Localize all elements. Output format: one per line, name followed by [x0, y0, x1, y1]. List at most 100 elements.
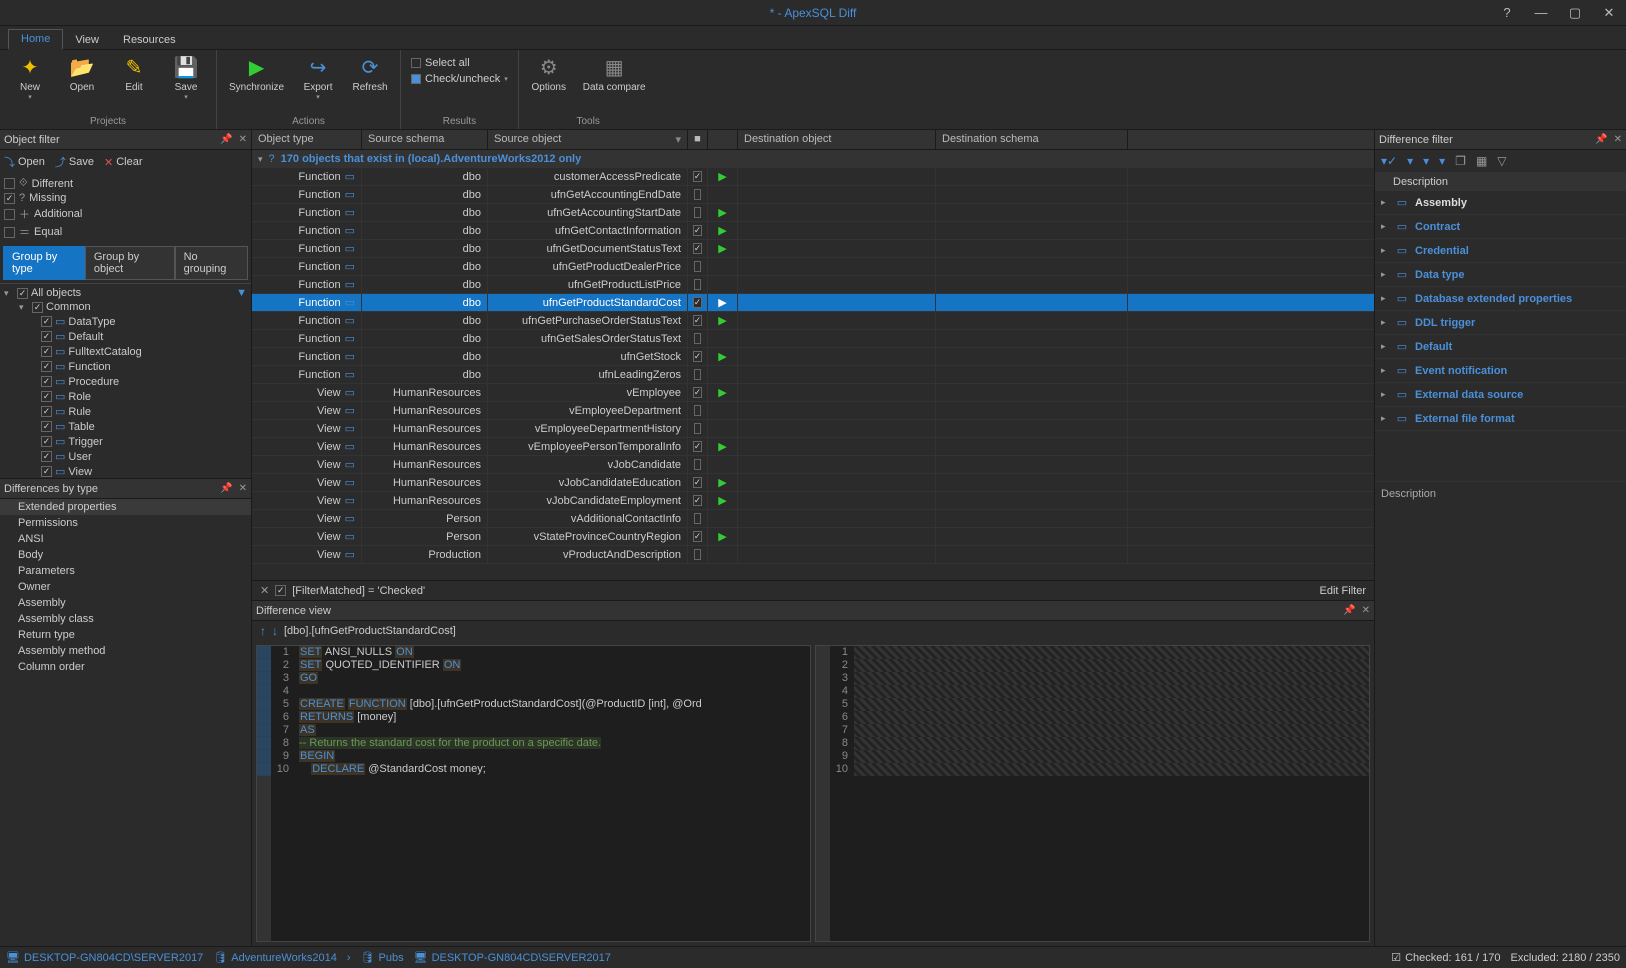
grid-row[interactable]: View▭ HumanResources vEmployee ▶: [252, 384, 1374, 402]
no-grouping-button[interactable]: No grouping: [175, 246, 248, 280]
grid-row[interactable]: Function▭ dbo ufnGetProductListPrice: [252, 276, 1374, 294]
tree-node[interactable]: ▭Trigger: [4, 434, 247, 449]
grid-row[interactable]: Function▭ dbo ufnGetSalesOrderStatusText: [252, 330, 1374, 348]
tree-node[interactable]: ▭Rule: [4, 404, 247, 419]
diff-type-item[interactable]: Assembly method: [0, 643, 251, 659]
filter-row[interactable]: ?Missing: [4, 191, 247, 205]
row-checkbox[interactable]: [693, 225, 703, 236]
diff-filter-item[interactable]: ▸▭Default: [1375, 335, 1626, 359]
tree-node[interactable]: ▭DataType: [4, 314, 247, 329]
diff-filter-item[interactable]: ▸▭Database extended properties: [1375, 287, 1626, 311]
edit-button[interactable]: ✎Edit: [110, 52, 158, 95]
check-uncheck-button[interactable]: Check/uncheck▾: [407, 72, 512, 86]
row-checkbox[interactable]: [694, 261, 701, 272]
maximize-icon[interactable]: ▢: [1558, 0, 1592, 26]
options-icon[interactable]: ▦: [1476, 154, 1487, 168]
close-icon[interactable]: ✕: [239, 483, 247, 494]
diff-type-item[interactable]: Body: [0, 547, 251, 563]
new-button[interactable]: ✦New▾: [6, 52, 54, 103]
row-checkbox[interactable]: [694, 207, 701, 218]
grid-row[interactable]: View▭ HumanResources vEmployeePersonTemp…: [252, 438, 1374, 456]
filter-checkbox[interactable]: [275, 585, 286, 596]
row-checkbox[interactable]: [693, 477, 703, 488]
filter-row[interactable]: ＝Equal: [4, 223, 247, 241]
diff-type-item[interactable]: Permissions: [0, 515, 251, 531]
group-by-type-button[interactable]: Group by type: [3, 246, 85, 280]
diff-filter-item[interactable]: ▸▭DDL trigger: [1375, 311, 1626, 335]
of-open-button[interactable]: ⤵Open: [4, 154, 45, 170]
group-row[interactable]: ▾?170 objects that exist in (local).Adve…: [252, 150, 1374, 168]
prev-diff-icon[interactable]: ↑: [260, 624, 266, 638]
grid-row[interactable]: Function▭ dbo ufnLeadingZeros: [252, 366, 1374, 384]
close-icon[interactable]: ✕: [1592, 0, 1626, 26]
diff-type-item[interactable]: Assembly: [0, 595, 251, 611]
grid-row[interactable]: View▭ Person vStateProvinceCountryRegion…: [252, 528, 1374, 546]
grid-row[interactable]: View▭ HumanResources vEmployeeDepartment…: [252, 420, 1374, 438]
grid-row[interactable]: Function▭ dbo customerAccessPredicate ▶: [252, 168, 1374, 186]
row-checkbox[interactable]: [693, 531, 703, 542]
next-diff-icon[interactable]: ↓: [272, 624, 278, 638]
row-checkbox[interactable]: [693, 351, 703, 362]
row-checkbox[interactable]: [693, 495, 703, 506]
open-button[interactable]: 📂Open: [58, 52, 106, 95]
synchronize-button[interactable]: ▶Synchronize: [223, 52, 290, 95]
filter-row[interactable]: ⟐Different: [4, 176, 247, 191]
tree-node[interactable]: ▭View: [4, 464, 247, 478]
grid-row[interactable]: Function▭ dbo ufnGetProductStandardCost …: [252, 294, 1374, 312]
filter-icon[interactable]: ▾✓: [1381, 154, 1397, 168]
data-compare-button[interactable]: ▦Data compare: [577, 52, 652, 95]
dest-code-pane[interactable]: 12345678910: [815, 645, 1370, 942]
row-checkbox[interactable]: [694, 513, 701, 524]
tree-node[interactable]: ▭Default: [4, 329, 247, 344]
diff-type-item[interactable]: Owner: [0, 579, 251, 595]
tree-root[interactable]: ▾All objects▼: [4, 286, 247, 300]
export-button[interactable]: ↪Export▾: [294, 52, 342, 103]
row-checkbox[interactable]: [693, 243, 703, 254]
filter-icon[interactable]: ▾: [1423, 154, 1429, 168]
pin-icon[interactable]: 📌: [1595, 134, 1607, 145]
diff-type-item[interactable]: ANSI: [0, 531, 251, 547]
edit-filter-link[interactable]: Edit Filter: [1320, 585, 1366, 597]
diff-type-item[interactable]: Column order: [0, 659, 251, 675]
refresh-button[interactable]: ⟳Refresh: [346, 52, 394, 95]
grid-row[interactable]: View▭ Production vProductAndDescription: [252, 546, 1374, 564]
filter-icon[interactable]: ▾: [1407, 154, 1413, 168]
diff-filter-item[interactable]: ▸▭Event notification: [1375, 359, 1626, 383]
options-button[interactable]: ⚙Options: [525, 52, 573, 95]
row-checkbox[interactable]: [694, 405, 701, 416]
tree-node[interactable]: ▭FulltextCatalog: [4, 344, 247, 359]
source-code-pane[interactable]: 1SET ANSI_NULLS ON2SET QUOTED_IDENTIFIER…: [256, 645, 811, 942]
close-icon[interactable]: ✕: [1362, 605, 1370, 616]
of-save-button[interactable]: ⤴Save: [55, 154, 94, 170]
diff-filter-item[interactable]: ▸▭Data type: [1375, 263, 1626, 287]
tree-node[interactable]: ▾Common: [4, 300, 247, 314]
row-checkbox[interactable]: [694, 189, 701, 200]
grid-row[interactable]: Function▭ dbo ufnGetStock ▶: [252, 348, 1374, 366]
clear-filter-icon[interactable]: ✕: [260, 584, 269, 597]
row-checkbox[interactable]: [693, 387, 703, 398]
close-icon[interactable]: ✕: [1614, 134, 1622, 145]
row-checkbox[interactable]: [694, 423, 701, 434]
tree-node[interactable]: ▭Table: [4, 419, 247, 434]
grid-row[interactable]: View▭ HumanResources vJobCandidateEducat…: [252, 474, 1374, 492]
row-checkbox[interactable]: [693, 297, 703, 308]
diff-filter-item[interactable]: ▸▭Contract: [1375, 215, 1626, 239]
grid-row[interactable]: Function▭ dbo ufnGetAccountingEndDate: [252, 186, 1374, 204]
group-by-object-button[interactable]: Group by object: [85, 246, 175, 280]
minimize-icon[interactable]: —: [1524, 0, 1558, 26]
grid-row[interactable]: Function▭ dbo ufnGetAccountingStartDate …: [252, 204, 1374, 222]
grid-row[interactable]: View▭ HumanResources vJobCandidateEmploy…: [252, 492, 1374, 510]
select-all-button[interactable]: Select all: [407, 56, 512, 70]
filter-icon[interactable]: ▾: [675, 133, 681, 146]
row-checkbox[interactable]: [694, 279, 701, 290]
copy-icon[interactable]: ❐: [1455, 154, 1466, 168]
diff-type-item[interactable]: Parameters: [0, 563, 251, 579]
diff-type-item[interactable]: Extended properties: [0, 499, 251, 515]
funnel-icon[interactable]: ▽: [1497, 154, 1506, 168]
row-checkbox[interactable]: [694, 369, 701, 380]
tab-home[interactable]: Home: [8, 29, 63, 50]
grid-row[interactable]: Function▭ dbo ufnGetProductDealerPrice: [252, 258, 1374, 276]
tree-node[interactable]: ▭Procedure: [4, 374, 247, 389]
pin-icon[interactable]: 📌: [1343, 605, 1355, 616]
row-checkbox[interactable]: [693, 315, 703, 326]
